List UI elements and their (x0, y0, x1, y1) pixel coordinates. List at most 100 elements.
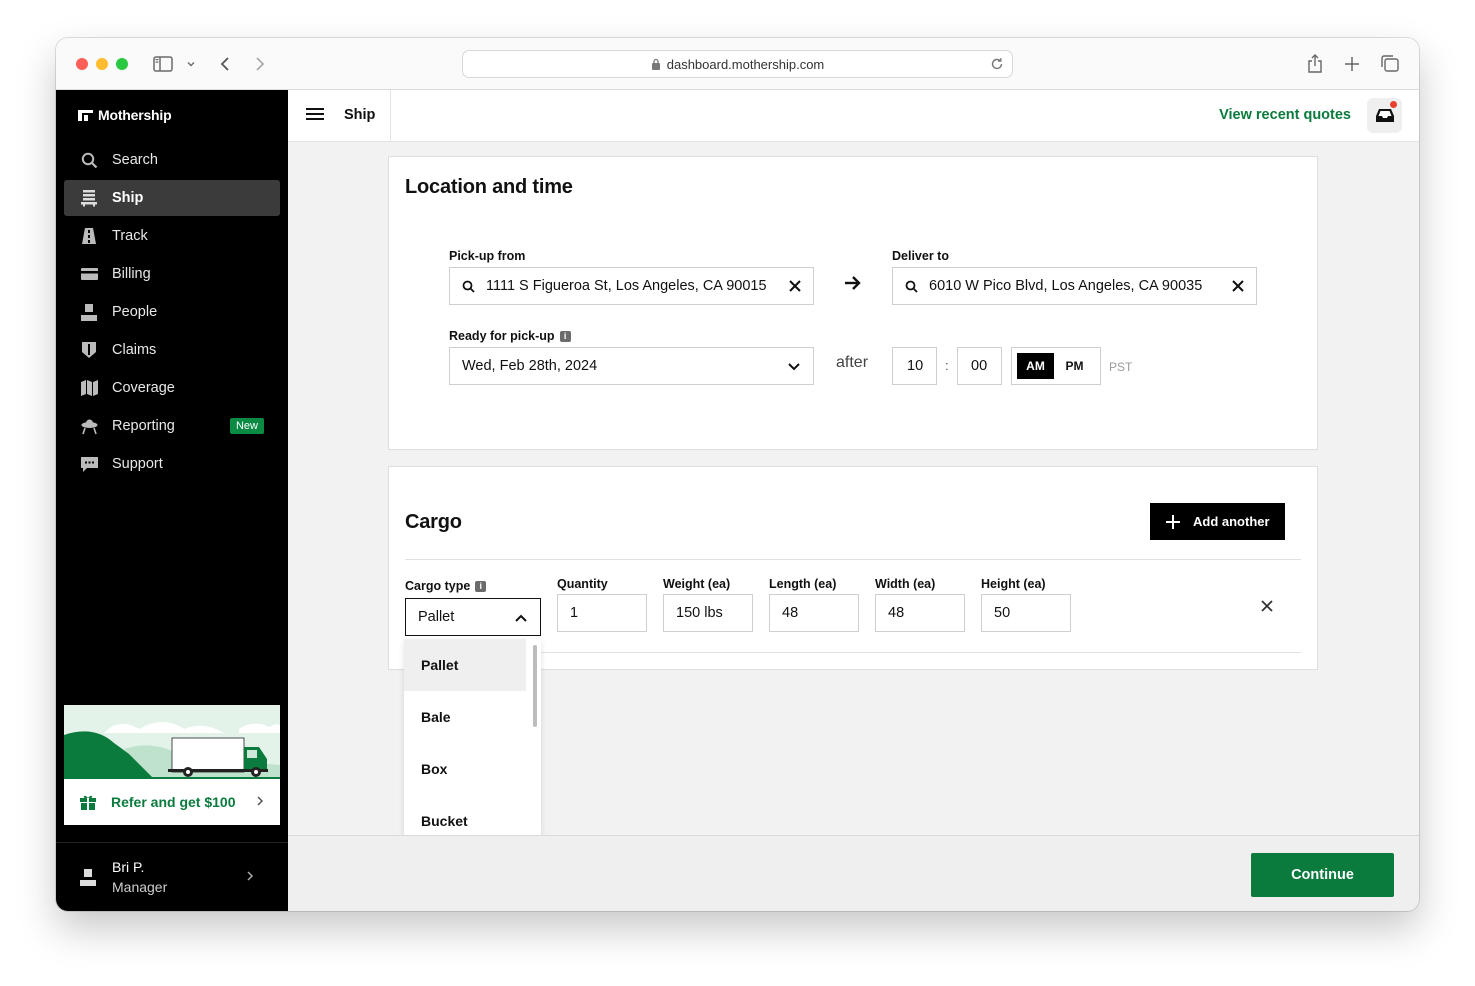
length-input[interactable]: 48 (769, 594, 859, 632)
pickup-date-select[interactable]: Wed, Feb 28th, 2024 (449, 347, 814, 385)
sidebar-item-search[interactable]: Search (64, 142, 280, 178)
dropdown-option[interactable]: Bale (404, 691, 541, 743)
dropdown-scrollbar[interactable] (533, 645, 537, 727)
length-value: 48 (782, 605, 799, 621)
minute-value: 00 (971, 358, 988, 374)
dropdown-option[interactable]: Box (404, 743, 541, 795)
user-name: Bri P. (112, 859, 145, 875)
deliver-address-value: 6010 W Pico Blvd, Los Angeles, CA 90035 (929, 278, 1203, 294)
cargo-type-label: Cargo type i (405, 579, 487, 593)
address-bar[interactable]: dashboard.mothership.com (462, 50, 1013, 78)
zoom-window-button[interactable] (116, 58, 128, 70)
user-menu[interactable]: Bri P. Manager (56, 842, 288, 911)
track-icon (80, 227, 98, 245)
sidebar-item-track[interactable]: Track (64, 218, 280, 254)
after-label: after (836, 354, 869, 371)
support-icon (80, 455, 98, 473)
weight-input[interactable]: 150 lbs (663, 594, 753, 632)
reload-icon[interactable] (990, 57, 1004, 74)
ship-icon (80, 189, 98, 207)
clear-deliver-icon[interactable] (1230, 278, 1246, 298)
quantity-input[interactable]: 1 (557, 594, 647, 632)
cargo-section-title: Cargo (405, 511, 462, 533)
height-value: 50 (994, 605, 1011, 621)
width-input[interactable]: 48 (875, 594, 965, 632)
coverage-icon (80, 379, 98, 397)
info-icon[interactable]: i (559, 330, 571, 342)
minute-input[interactable]: 00 (957, 347, 1002, 385)
user-avatar-icon (80, 868, 96, 886)
share-icon[interactable] (1307, 54, 1323, 74)
width-value: 48 (888, 605, 905, 621)
sidebar-item-reporting[interactable]: Reporting New (64, 408, 280, 444)
view-recent-quotes-link[interactable]: View recent quotes (1219, 107, 1351, 123)
forward-icon[interactable] (253, 54, 267, 74)
info-icon[interactable]: i (475, 580, 487, 592)
deliver-label: Deliver to (892, 249, 949, 263)
chevron-right-icon (256, 794, 264, 810)
tabs-overview-icon[interactable] (1380, 54, 1400, 74)
continue-button[interactable]: Continue (1251, 853, 1394, 897)
sidebar-item-label: Track (112, 228, 148, 244)
browser-window: dashboard.mothership.com Mothership Sear… (56, 38, 1419, 911)
sidebar-item-coverage[interactable]: Coverage (64, 370, 280, 406)
search-icon (905, 280, 918, 293)
pm-button[interactable]: PM (1056, 353, 1093, 379)
refer-label: Refer and get $100 (111, 794, 236, 810)
am-button[interactable]: AM (1017, 353, 1054, 379)
pickup-address-input[interactable]: 1111 S Figueroa St, Los Angeles, CA 9001… (449, 267, 814, 305)
weight-value: 150 lbs (676, 605, 723, 621)
lock-icon (651, 58, 660, 70)
search-icon (462, 280, 475, 293)
gift-icon (80, 795, 96, 810)
billing-icon (80, 265, 98, 283)
sidebar-item-claims[interactable]: Claims (64, 332, 280, 368)
clear-pickup-icon[interactable] (787, 278, 803, 298)
height-label: Height (ea) (981, 577, 1046, 591)
claims-icon (80, 341, 98, 359)
referral-card[interactable]: Refer and get $100 (64, 705, 280, 825)
sidebar-item-people[interactable]: People (64, 294, 280, 330)
add-another-button[interactable]: Add another (1150, 503, 1285, 540)
new-badge: New (229, 418, 264, 434)
chevron-up-icon (514, 611, 528, 627)
top-bar: Ship View recent quotes (288, 90, 1419, 142)
logo[interactable]: Mothership (78, 107, 172, 123)
arrow-right-icon (844, 275, 862, 296)
hour-input[interactable]: 10 (892, 347, 937, 385)
pickup-label: Pick-up from (449, 249, 526, 263)
width-label: Width (ea) (875, 577, 936, 591)
sidebar-item-billing[interactable]: Billing (64, 256, 280, 292)
sidebar-item-label: Claims (112, 342, 157, 358)
sidebar-toggle-icon[interactable] (153, 54, 173, 74)
refer-link[interactable]: Refer and get $100 (64, 779, 280, 825)
chevron-down-icon[interactable] (186, 54, 196, 74)
cargo-type-select[interactable]: Pallet (405, 598, 541, 636)
sidebar-nav: Search Ship Track Billing People Claims (64, 142, 280, 484)
minimize-window-button[interactable] (96, 58, 108, 70)
remove-cargo-icon[interactable] (1259, 598, 1275, 619)
weight-label: Weight (ea) (663, 577, 731, 591)
sidebar-item-label: Coverage (112, 380, 175, 396)
chevron-right-icon (246, 869, 254, 887)
deliver-address-input[interactable]: 6010 W Pico Blvd, Los Angeles, CA 90035 (892, 267, 1257, 305)
sidebar-item-label: Ship (112, 190, 144, 206)
quantity-label: Quantity (557, 577, 608, 591)
location-time-card: Location and time Pick-up from 1111 S Fi… (388, 156, 1318, 450)
timezone-label: PST (1109, 360, 1133, 374)
divider (405, 559, 1301, 560)
user-role: Manager (112, 879, 168, 895)
chevron-down-icon (787, 360, 801, 376)
notification-dot (1390, 101, 1397, 108)
height-input[interactable]: 50 (981, 594, 1071, 632)
hamburger-menu-icon[interactable] (306, 106, 324, 127)
back-icon[interactable] (218, 54, 232, 74)
sidebar-item-ship[interactable]: Ship (64, 180, 280, 216)
dropdown-option[interactable]: Pallet (404, 639, 526, 691)
sidebar-item-support[interactable]: Support (64, 446, 280, 482)
notifications-button[interactable] (1367, 98, 1402, 133)
new-tab-icon[interactable] (1344, 54, 1360, 74)
sidebar-item-label: People (112, 304, 158, 320)
close-window-button[interactable] (76, 58, 88, 70)
dropdown-option[interactable]: Bucket (404, 795, 541, 835)
